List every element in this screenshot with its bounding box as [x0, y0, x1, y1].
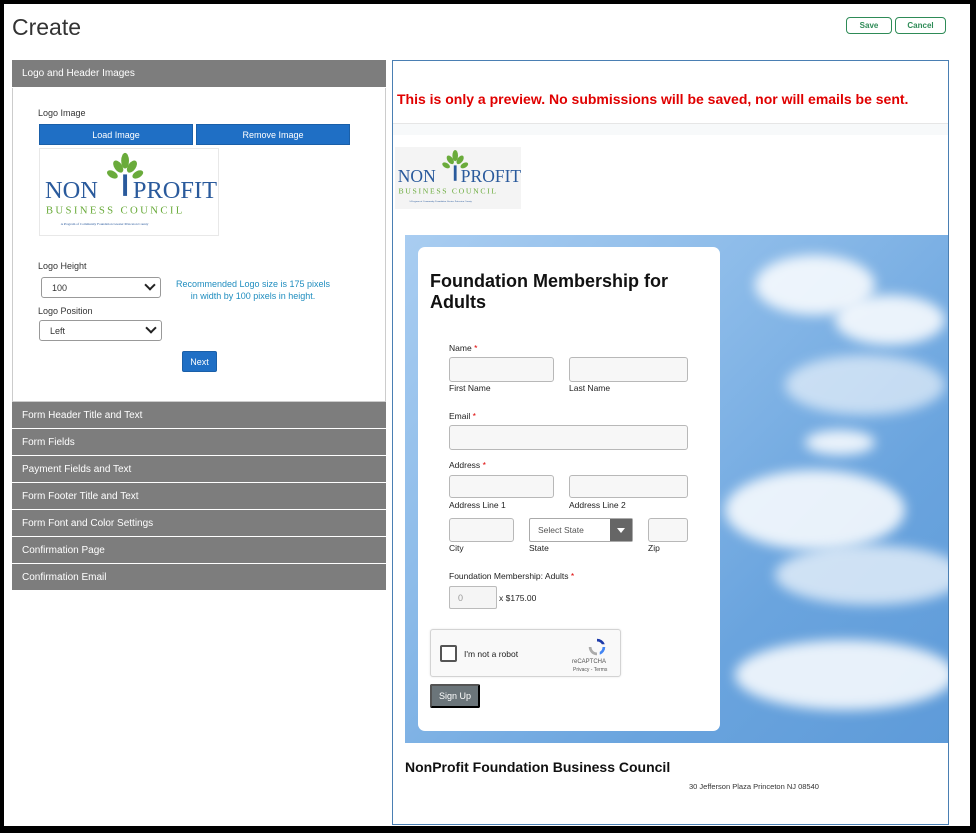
last-name-label: Last Name	[569, 383, 611, 393]
required-marker: *	[570, 571, 575, 581]
logo-position-select[interactable]: Left	[39, 320, 162, 341]
logo-size-recommendation: Recommended Logo size is 175 pixels in w…	[175, 279, 331, 301]
logo-tagline: A Program of Community Foundation Greate…	[409, 200, 473, 203]
logo-height-select[interactable]: 100	[41, 277, 161, 298]
next-button[interactable]: Next	[182, 351, 217, 372]
remove-image-button[interactable]: Remove Image	[196, 124, 350, 145]
recaptcha-label: I'm not a robot	[464, 649, 519, 659]
cancel-button[interactable]: Cancel	[895, 17, 946, 34]
form-footer-title: NonProfit Foundation Business Council	[405, 759, 671, 775]
required-marker: *	[482, 460, 486, 470]
city-label: City	[449, 543, 464, 553]
address-label: Address *	[449, 460, 486, 470]
page-title: Create	[12, 14, 82, 40]
state-select-value: Select State	[538, 525, 584, 535]
logo-height-label: Logo Height	[38, 261, 87, 271]
chevron-down-icon	[144, 279, 156, 291]
preview-divider	[393, 123, 948, 135]
recaptcha-icon	[588, 638, 606, 656]
zip-label: Zip	[648, 543, 660, 553]
logo-tree-icon: NON PROFIT BUSINESS COUNCIL A Program of…	[398, 150, 521, 203]
logo-position-value: Left	[50, 325, 66, 336]
sign-up-button[interactable]: Sign Up	[430, 684, 480, 708]
recaptcha-brand: reCAPTCHA	[572, 659, 607, 665]
recaptcha-widget: I'm not a robot reCAPTCHA Privacy - Term…	[430, 629, 621, 677]
caret-down-icon	[610, 519, 632, 541]
accordion-header-confirmation-page[interactable]: Confirmation Page	[12, 537, 386, 564]
logo-image-preview: NON PROFIT BUSINESS COUNCIL A Program of…	[39, 148, 219, 236]
last-name-input[interactable]	[569, 357, 688, 382]
logo-image-label: Logo Image	[38, 108, 86, 118]
recaptcha-links[interactable]: Privacy - Terms	[573, 667, 607, 673]
accordion-header-font-color[interactable]: Form Font and Color Settings	[12, 510, 386, 537]
logo-tagline: A Program of Community Foundation Greate…	[61, 222, 149, 226]
load-image-button[interactable]: Load Image	[39, 124, 193, 145]
save-button[interactable]: Save	[846, 17, 892, 34]
form-footer-address: 30 Jefferson Plaza Princeton NJ 08540	[689, 782, 819, 791]
form-preview: This is only a preview. No submissions w…	[392, 60, 949, 825]
accordion-header-payment-fields[interactable]: Payment Fields and Text	[12, 456, 386, 483]
state-label: State	[529, 543, 549, 553]
address-line-2-label: Address Line 2	[569, 500, 626, 510]
accordion-header-form-footer[interactable]: Form Footer Title and Text	[12, 483, 386, 510]
accordion-header-logo-images[interactable]: Logo and Header Images	[12, 60, 386, 88]
membership-price: x $175.00	[499, 593, 537, 603]
email-label: Email *	[449, 411, 476, 421]
logo-text-profit: PROFIT	[461, 166, 521, 186]
address-line-1-input[interactable]	[449, 475, 554, 498]
settings-accordion: Logo and Header Images Logo Image Load I…	[12, 60, 386, 591]
logo-images-panel: Logo Image Load Image Remove Image NON P…	[12, 88, 386, 402]
city-input[interactable]	[449, 518, 514, 542]
logo-text-non: NON	[398, 166, 436, 186]
address-line-1-label: Address Line 1	[449, 500, 506, 510]
logo-text-non: NON	[45, 177, 98, 204]
form-card: Foundation Membership for Adults Name * …	[418, 247, 720, 731]
chevron-down-icon	[145, 322, 157, 334]
accordion-header-confirmation-email[interactable]: Confirmation Email	[12, 564, 386, 591]
membership-label: Foundation Membership: Adults *	[449, 571, 575, 581]
recaptcha-checkbox[interactable]	[440, 645, 457, 662]
zip-input[interactable]	[648, 518, 688, 542]
logo-text-profit: PROFIT	[133, 177, 217, 204]
first-name-label: First Name	[449, 383, 491, 393]
required-marker: *	[472, 411, 476, 421]
first-name-input[interactable]	[449, 357, 554, 382]
state-select[interactable]: Select State	[529, 518, 633, 542]
logo-height-value: 100	[52, 282, 68, 293]
accordion-header-form-header[interactable]: Form Header Title and Text	[12, 402, 386, 429]
form-title: Foundation Membership for Adults	[430, 271, 668, 312]
required-marker: *	[474, 343, 478, 353]
preview-warning: This is only a preview. No submissions w…	[397, 91, 909, 107]
accordion-header-form-fields[interactable]: Form Fields	[12, 429, 386, 456]
address-line-2-input[interactable]	[569, 475, 688, 498]
logo-text-council: BUSINESS COUNCIL	[399, 186, 498, 195]
app-window: Create Save Cancel Logo and Header Image…	[4, 4, 970, 826]
logo-tree-icon: NON PROFIT BUSINESS COUNCIL A Program of…	[45, 152, 217, 226]
logo-text-council: BUSINESS COUNCIL	[46, 205, 185, 217]
logo-position-label: Logo Position	[38, 306, 93, 316]
name-label: Name *	[449, 343, 478, 353]
preview-logo: NON PROFIT BUSINESS COUNCIL A Program of…	[395, 147, 521, 209]
email-input[interactable]	[449, 425, 688, 450]
membership-quantity-input[interactable]: 0	[449, 586, 497, 609]
